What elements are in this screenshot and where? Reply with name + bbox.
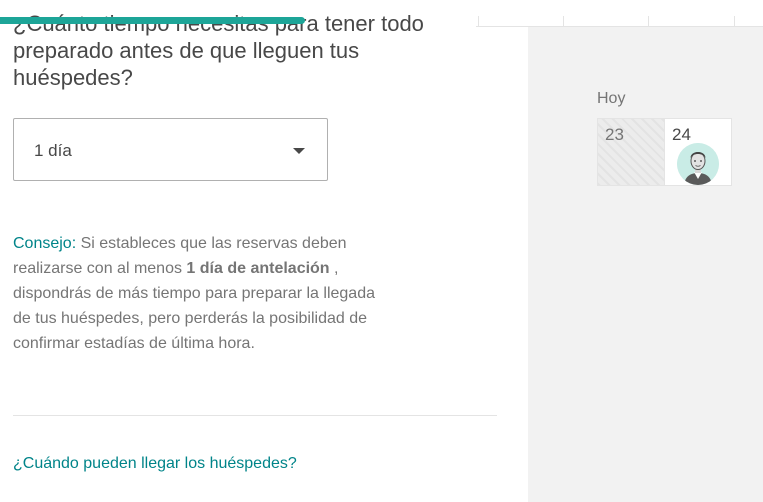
today-label: Hoy [597,90,626,107]
calendar-day: 24 [664,118,732,186]
day-number: 24 [672,125,691,144]
header-divider [563,16,564,26]
calendar-panel [528,0,763,502]
section-divider [13,415,497,416]
calendar-day-past: 23 [597,118,665,186]
progress-track [0,0,763,6]
tip-bold-text: 1 día de antelación [186,260,330,277]
advance-notice-select[interactable]: 1 día [13,118,328,181]
guest-avatar-icon [677,143,719,185]
tip-label: Consejo: [13,235,77,252]
header-divider [734,16,735,26]
day-number: 23 [605,125,624,144]
select-value: 1 día [34,141,72,160]
tip-text: Consejo: Si estableces que las reservas … [13,231,388,356]
progress-bar [0,17,305,24]
header-divider [648,16,649,26]
arrival-question-link[interactable]: ¿Cuándo pueden llegar los huéspedes? [13,455,297,473]
chevron-down-icon [293,148,305,154]
